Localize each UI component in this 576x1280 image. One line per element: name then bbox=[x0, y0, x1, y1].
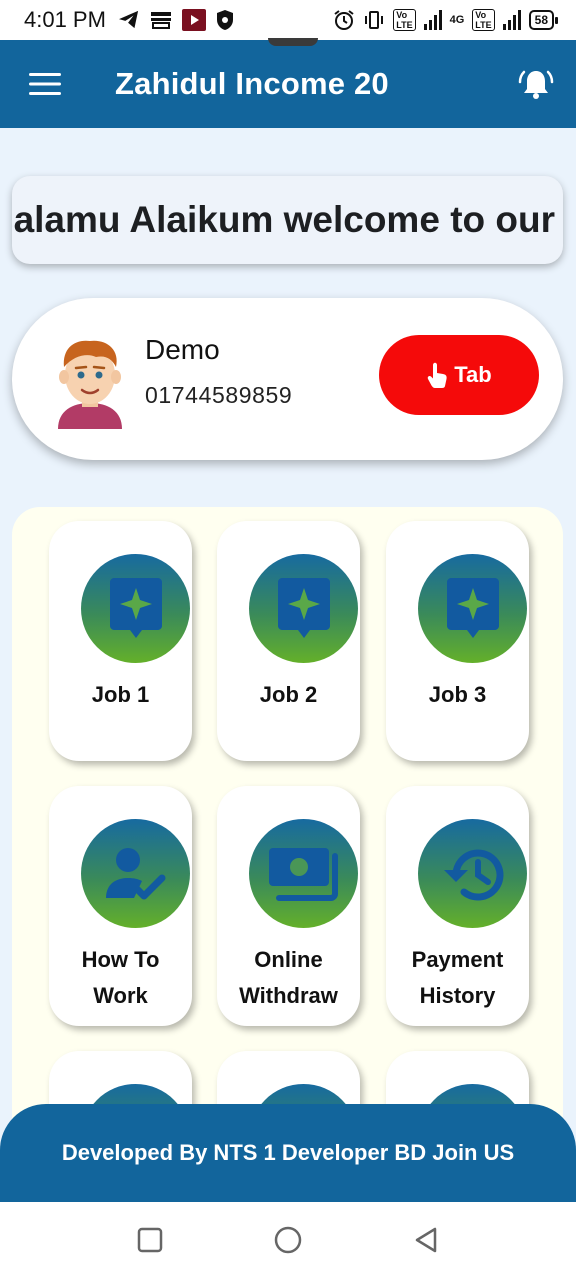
tile-icon-circle bbox=[249, 819, 358, 928]
telegram-icon bbox=[118, 10, 140, 30]
system-nav-bar bbox=[0, 1202, 576, 1280]
tile-label-line: Payment bbox=[411, 947, 504, 972]
status-time: 4:01 PM bbox=[24, 7, 106, 32]
volte-icon-2: Vo LTE bbox=[472, 9, 495, 31]
tile-label: Job 1 bbox=[91, 682, 150, 707]
menu-grid: Job 1 Job 2 Job 3 How To Work Online Wit… bbox=[12, 507, 563, 1203]
money-icon bbox=[268, 847, 338, 901]
square-icon bbox=[137, 1227, 163, 1253]
tile-job-3[interactable]: Job 3 bbox=[386, 521, 529, 761]
sparkle-message-icon bbox=[109, 577, 162, 638]
shield-icon bbox=[216, 9, 234, 31]
person-check-icon bbox=[105, 847, 165, 899]
circle-icon bbox=[274, 1226, 302, 1254]
tile-icon-circle bbox=[418, 554, 527, 663]
notification-button[interactable] bbox=[496, 40, 576, 128]
tile-icon-circle bbox=[81, 819, 190, 928]
main-content[interactable]: Assalamu Alaikum welcome to our Demo 017… bbox=[0, 128, 576, 1203]
app-bar: Zahidul Income 20 bbox=[0, 40, 576, 128]
user-card: Demo 01744589859 Tab bbox=[12, 298, 563, 460]
tile-label: Payment History bbox=[386, 942, 529, 1014]
sparkle-message-icon bbox=[446, 577, 499, 638]
history-icon bbox=[443, 849, 503, 900]
tap-hand-icon bbox=[427, 362, 447, 388]
hamburger-menu-icon bbox=[29, 73, 61, 95]
camera-notch bbox=[268, 38, 318, 46]
back-button[interactable] bbox=[410, 1224, 442, 1256]
volte-icon: Vo LTE bbox=[393, 9, 416, 31]
recents-button[interactable] bbox=[134, 1224, 166, 1256]
avatar bbox=[58, 340, 122, 429]
signal-icon-2 bbox=[502, 10, 521, 30]
welcome-marquee: Assalamu Alaikum welcome to our bbox=[12, 176, 563, 264]
tile-label: Job 2 bbox=[259, 682, 318, 707]
tile-icon-circle bbox=[418, 819, 527, 928]
tile-online-withdraw[interactable]: Online Withdraw bbox=[217, 786, 360, 1026]
sim-icon bbox=[150, 10, 172, 30]
tile-how-to-work[interactable]: How To Work bbox=[49, 786, 192, 1026]
tile-label-line: Work bbox=[93, 983, 148, 1008]
tile-label-line: Online bbox=[254, 947, 323, 972]
youtube-icon bbox=[181, 9, 206, 31]
user-phone: 01744589859 bbox=[145, 382, 293, 408]
tile-label: Online Withdraw bbox=[217, 942, 360, 1014]
menu-button[interactable] bbox=[0, 40, 90, 128]
bell-icon bbox=[518, 70, 554, 99]
app-title: Zahidul Income 20 bbox=[115, 66, 389, 101]
tile-icon-circle bbox=[81, 554, 190, 663]
signal-icon bbox=[423, 10, 442, 30]
tab-button-label: Tab bbox=[454, 362, 492, 387]
home-button[interactable] bbox=[272, 1224, 304, 1256]
tile-label-line: How To bbox=[81, 947, 160, 972]
status-system-icons: Vo LTE 4G Vo LTE 58 bbox=[333, 9, 559, 31]
user-name: Demo bbox=[145, 334, 220, 365]
back-triangle-icon bbox=[415, 1227, 437, 1253]
tile-payment-history[interactable]: Payment History bbox=[386, 786, 529, 1026]
tile-label-line: Withdraw bbox=[239, 983, 338, 1008]
alarm-icon bbox=[333, 9, 355, 31]
tab-button[interactable]: Tab bbox=[379, 335, 539, 415]
status-bar: 4:01 PM Vo LTE 4G Vo LTE 58 bbox=[0, 0, 576, 40]
tile-icon-circle bbox=[249, 554, 358, 663]
tile-job-1[interactable]: Job 1 bbox=[49, 521, 192, 761]
tile-label: Job 3 bbox=[428, 682, 487, 707]
footer-text: Developed By NTS 1 Developer BD Join US bbox=[61, 1140, 515, 1165]
battery-icon: 58 bbox=[528, 10, 559, 30]
footer-banner[interactable]: Developed By NTS 1 Developer BD Join US bbox=[0, 1104, 576, 1202]
status-notification-icons bbox=[118, 9, 234, 31]
tile-job-2[interactable]: Job 2 bbox=[217, 521, 360, 761]
sparkle-message-icon bbox=[277, 577, 330, 638]
network-type-icon: 4G bbox=[449, 14, 465, 26]
tile-label: How To Work bbox=[49, 942, 192, 1014]
marquee-text: Assalamu Alaikum welcome to our bbox=[12, 199, 555, 240]
tile-label-line: History bbox=[419, 983, 496, 1008]
vibrate-icon bbox=[363, 9, 385, 31]
